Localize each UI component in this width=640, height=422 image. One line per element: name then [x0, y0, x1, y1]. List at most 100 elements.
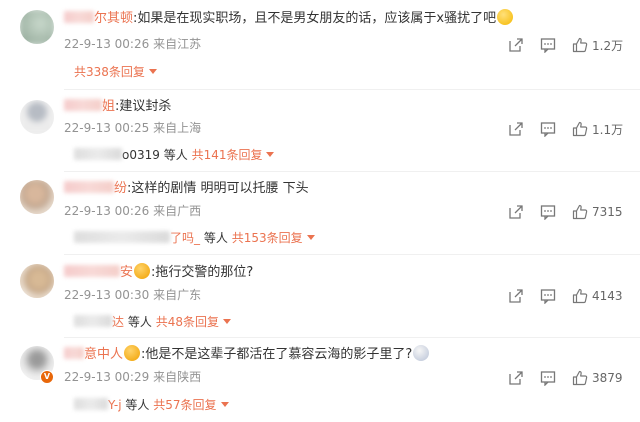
like-button[interactable]: 4143 [572, 287, 623, 305]
reply-users: 了吗_ [170, 231, 201, 245]
replies-count: 共153条回复 [231, 231, 303, 245]
replies-link[interactable]: Y-j 等人 共57条回复 [74, 397, 229, 413]
heart-eyes-emoji-icon [134, 263, 151, 279]
comment-text: :如果是在现实职场，且不是男女朋友的话，应该属于x骚扰了吧 [133, 11, 497, 26]
reply-users: o0319 [122, 148, 160, 162]
divider [64, 171, 640, 172]
share-button[interactable] [508, 287, 524, 305]
username-redacted [64, 181, 114, 193]
like-icon [572, 37, 588, 53]
username[interactable]: 姐 [102, 99, 115, 114]
flushed-emoji-icon [497, 9, 514, 25]
comment-date: 22-9-13 00:26 [64, 37, 150, 51]
shocked-emoji-icon [413, 345, 430, 361]
comment-date: 22-9-13 00:25 [64, 121, 150, 135]
avatar[interactable] [20, 264, 54, 298]
like-button[interactable]: 7315 [572, 203, 623, 221]
divider [64, 89, 640, 90]
comment-meta: 22-9-13 00:30 来自广东 [64, 287, 201, 303]
like-count: 1.2万 [592, 38, 624, 53]
like-count: 4143 [592, 289, 623, 303]
comment-meta: 22-9-13 00:26 来自江苏 [64, 36, 201, 52]
chevron-down-icon [220, 402, 229, 407]
reply-users: Y-j [108, 398, 122, 412]
like-count: 3879 [592, 371, 623, 385]
replies-count: 共141条回复 [191, 148, 263, 162]
comment-date: 22-9-13 00:30 [64, 288, 150, 302]
like-button[interactable]: 1.2万 [572, 36, 623, 54]
comment-button[interactable] [540, 120, 556, 138]
username[interactable]: 安 [120, 265, 133, 280]
comment-text: :他是不是这辈子都活在了慕容云海的影子里了? [141, 347, 413, 362]
share-button[interactable] [508, 120, 524, 138]
share-button[interactable] [508, 203, 524, 221]
replies-link[interactable]: 共338条回复 [74, 64, 157, 80]
username-redacted [64, 265, 120, 277]
comment-text-line: 姐:建议封杀 [64, 98, 171, 116]
share-button[interactable] [508, 36, 524, 54]
like-icon [572, 204, 588, 220]
comment-button[interactable] [540, 203, 556, 221]
replies-link[interactable]: 达 等人 共48条回复 [74, 314, 231, 330]
username[interactable]: 尔其顿 [94, 11, 133, 26]
comment-actions: 3879 [508, 369, 632, 387]
avatar[interactable] [20, 100, 54, 134]
share-icon [509, 122, 523, 136]
comment-button[interactable] [540, 287, 556, 305]
comment-text: :这样的剧情 明明可以托腰 下头 [127, 181, 309, 196]
comment-icon [540, 289, 556, 304]
comment-icon [540, 371, 556, 386]
share-icon [509, 371, 523, 385]
chevron-down-icon [148, 69, 157, 74]
comment-icon [540, 122, 556, 137]
share-button[interactable] [508, 369, 524, 387]
comment-text-line: 安 :拖行交警的那位? [64, 263, 253, 282]
replies-link[interactable]: 了吗_ 等人 共153条回复 [74, 230, 315, 246]
comment-date: 22-9-13 00:26 [64, 204, 150, 218]
comment-meta: 22-9-13 00:26 来自广西 [64, 203, 201, 219]
username-redacted [64, 11, 94, 23]
comment-text: :建议封杀 [115, 99, 172, 114]
like-icon [572, 370, 588, 386]
comment-meta: 22-9-13 00:29 来自陕西 [64, 369, 201, 385]
chevron-down-icon [266, 152, 275, 157]
comment-text-line: 尔其顿:如果是在现实职场，且不是男女朋友的话，应该属于x骚扰了吧 [64, 9, 514, 28]
reply-users-suffix: 等人 [125, 398, 150, 412]
like-button[interactable]: 3879 [572, 369, 623, 387]
comment-actions: 1.1万 [508, 120, 632, 138]
comment-location: 来自江苏 [153, 37, 202, 51]
divider [64, 337, 640, 338]
comment-actions: 4143 [508, 287, 632, 305]
avatar[interactable] [20, 10, 54, 44]
reply-user-redacted [74, 315, 112, 327]
username[interactable]: 意中人 [84, 347, 123, 362]
comment-date: 22-9-13 00:29 [64, 370, 150, 384]
share-icon [509, 205, 523, 219]
share-icon [509, 289, 523, 303]
avatar[interactable] [20, 180, 54, 214]
comment-text: :拖行交警的那位? [151, 265, 254, 280]
comment-meta: 22-9-13 00:25 来自上海 [64, 120, 201, 136]
chevron-down-icon [306, 235, 315, 240]
like-count: 7315 [592, 205, 623, 219]
chevron-down-icon [222, 319, 231, 324]
comment-text-line: 意中人 :他是不是这辈子都活在了慕容云海的影子里了? [64, 345, 430, 364]
comment-button[interactable] [540, 369, 556, 387]
comment-button[interactable] [540, 36, 556, 54]
comment-icon [540, 205, 556, 220]
reply-users-suffix: 等人 [203, 231, 228, 245]
like-icon [572, 288, 588, 304]
username[interactable]: 纷 [114, 181, 127, 196]
reply-users-suffix: 等人 [163, 148, 188, 162]
like-button[interactable]: 1.1万 [572, 120, 623, 138]
reply-user-redacted [74, 148, 122, 160]
replies-count: 共57条回复 [153, 398, 217, 412]
comment-icon [540, 38, 556, 53]
comment-actions: 7315 [508, 203, 632, 221]
comment-location: 来自广东 [153, 288, 202, 302]
replies-link[interactable]: o0319 等人 共141条回复 [74, 147, 275, 163]
reply-user-redacted [74, 398, 108, 410]
like-icon [572, 121, 588, 137]
heart-eyes-emoji-icon [124, 345, 141, 361]
replies-count: 共338条回复 [74, 65, 145, 79]
